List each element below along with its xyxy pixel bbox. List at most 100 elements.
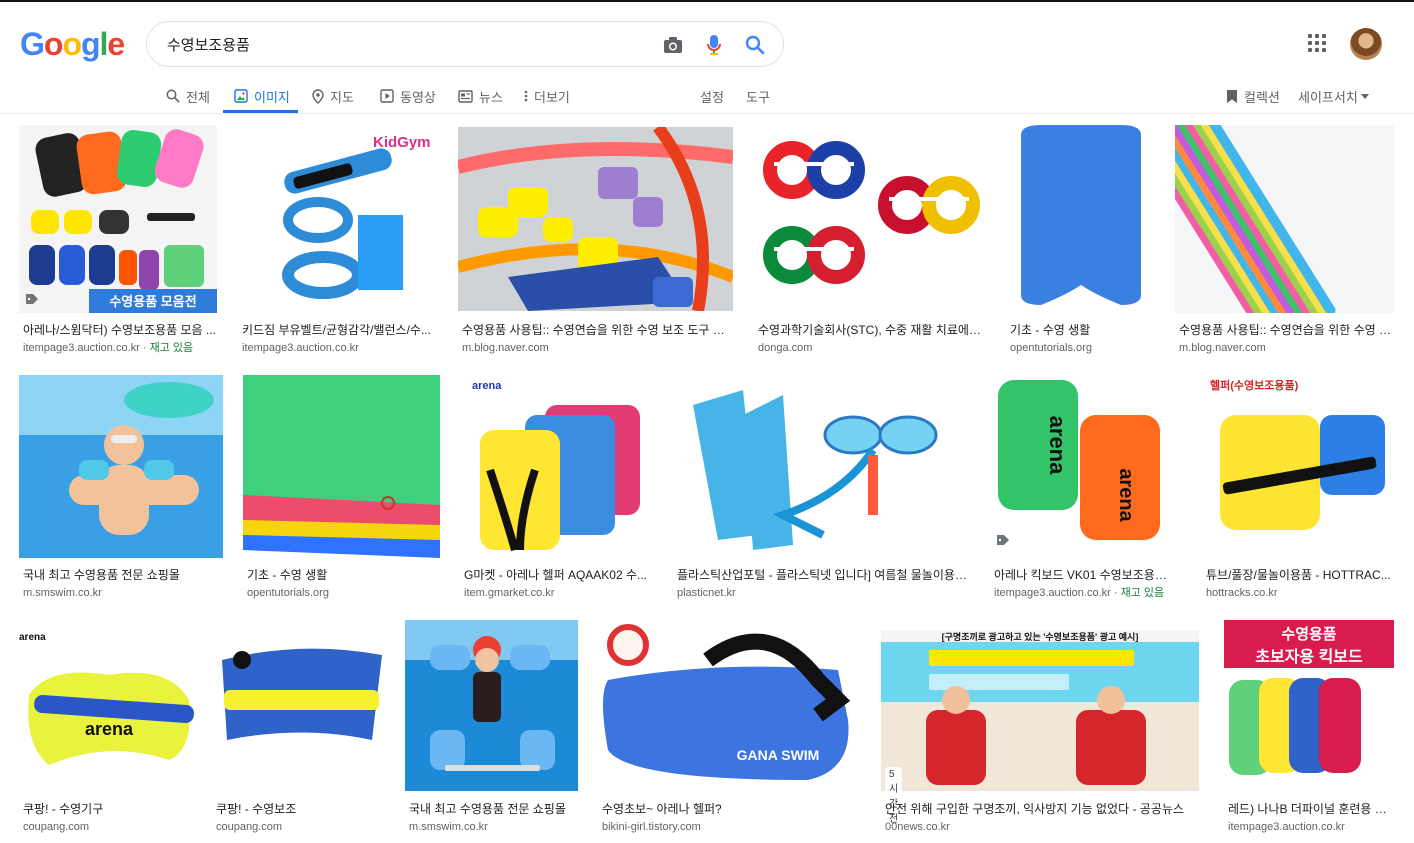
result-caption[interactable]: 국내 최고 수영용품 전문 쇼핑몰 bbox=[23, 567, 223, 583]
result-caption[interactable]: 레드) 나나B 더파이널 훈련용 킥... bbox=[1228, 801, 1394, 817]
result-domain: bikini-girl.tistory.com bbox=[602, 821, 701, 833]
result-thumbnail[interactable]: arena bbox=[460, 375, 653, 558]
bookmark-icon bbox=[1227, 89, 1237, 103]
result-thumbnail[interactable] bbox=[243, 375, 440, 558]
result-caption[interactable]: 쿠팡! - 수영보조 bbox=[216, 801, 385, 817]
thumbnail-image: 수영용품 모음전 bbox=[19, 125, 217, 313]
result-thumbnail[interactable] bbox=[19, 375, 223, 558]
result-domain: opentutorials.org bbox=[247, 587, 329, 599]
result-domain: opentutorials.org bbox=[1010, 342, 1092, 354]
search-input[interactable] bbox=[167, 32, 647, 56]
result-caption[interactable]: 플라스틱산업포털 - 플라스틱넷 입니다] 여름철 물놀이용품... bbox=[677, 567, 970, 583]
collections-link[interactable]: 컬렉션 bbox=[1226, 82, 1280, 110]
result-caption[interactable]: G마켓 - 아레나 헬퍼 AQAAK02 수... bbox=[464, 567, 653, 583]
result-domain: coupang.com bbox=[23, 821, 90, 833]
time-badge: 5시간 전 bbox=[885, 767, 903, 827]
result-thumbnail[interactable]: KidGym bbox=[238, 125, 436, 313]
settings-label: 설정 bbox=[700, 89, 724, 105]
result-thumbnail[interactable] bbox=[1006, 125, 1155, 313]
tab-label: 이미지 bbox=[254, 89, 290, 105]
result-caption[interactable]: 수영용품 사용팁:: 수영연습을 위한 수영 보조 도구 사... bbox=[462, 322, 733, 338]
result-thumbnail[interactable] bbox=[754, 125, 984, 313]
result-caption[interactable]: 수영초보~ 아레나 헬퍼? bbox=[602, 801, 863, 817]
more-vert-icon bbox=[524, 90, 528, 102]
tab-maps[interactable]: 지도 bbox=[312, 82, 354, 110]
thumbnail-image bbox=[405, 620, 578, 791]
result-domain: itempage3.auction.co.kr bbox=[1228, 821, 1345, 833]
search-icon[interactable] bbox=[743, 33, 767, 57]
result-thumbnail[interactable]: arena arena bbox=[990, 375, 1175, 554]
shopping-tag-icon bbox=[997, 535, 1009, 545]
news-icon bbox=[458, 89, 473, 103]
tab-news[interactable]: 뉴스 bbox=[458, 82, 503, 110]
logo-letter: l bbox=[99, 26, 109, 62]
result-thumbnail[interactable]: arena arena bbox=[19, 620, 197, 791]
result-thumbnail[interactable]: [구명조끼로 광고하고 있는 '수영보조용품' 광고 예시] bbox=[881, 630, 1199, 791]
result-thumbnail[interactable]: GANA SWIM bbox=[598, 620, 863, 791]
result-domain: m.blog.naver.com bbox=[1179, 342, 1266, 354]
search-icon bbox=[166, 89, 180, 103]
svg-text:KidGym: KidGym bbox=[373, 134, 431, 151]
result-caption[interactable]: 기초 - 수영 생활 bbox=[1010, 322, 1155, 338]
logo-letter: e bbox=[107, 26, 125, 62]
svg-text:arena: arena bbox=[1115, 468, 1137, 522]
tab-more[interactable]: 더보기 bbox=[524, 82, 570, 110]
result-caption[interactable]: 국내 최고 수영용품 전문 쇼핑몰 bbox=[409, 801, 578, 817]
result-thumbnail[interactable] bbox=[673, 375, 970, 554]
pin-icon bbox=[312, 88, 324, 104]
safesearch-dropdown[interactable]: 세이프서치 bbox=[1298, 82, 1369, 110]
thumbnail-image: arena bbox=[460, 375, 653, 558]
camera-icon[interactable] bbox=[661, 33, 685, 57]
thumbnail-image bbox=[754, 125, 984, 313]
result-source: coupang.com bbox=[216, 820, 282, 834]
thumbnail-image bbox=[1175, 125, 1394, 313]
result-thumbnail[interactable] bbox=[1175, 125, 1394, 313]
result-source: itempage3.auction.co.kr · 재고 있음 bbox=[23, 341, 193, 355]
avatar[interactable] bbox=[1350, 28, 1382, 60]
result-domain: itempage3.auction.co.kr bbox=[994, 587, 1111, 599]
result-thumbnail[interactable]: 수영용품 모음전 bbox=[19, 125, 217, 313]
thumbnail-image: [구명조끼로 광고하고 있는 '수영보조용품' 광고 예시] bbox=[881, 630, 1199, 791]
collections-label: 컬렉션 bbox=[1244, 89, 1280, 105]
tab-label: 더보기 bbox=[534, 89, 570, 105]
result-thumbnail[interactable]: 수영용품 초보자용 킥보드 bbox=[1224, 620, 1394, 791]
result-source: m.smswim.co.kr bbox=[409, 820, 488, 834]
tab-videos[interactable]: 동영상 bbox=[380, 82, 436, 110]
result-domain: hottracks.co.kr bbox=[1206, 587, 1278, 599]
svg-text:arena: arena bbox=[19, 632, 46, 643]
svg-text:arena: arena bbox=[472, 380, 502, 392]
google-logo[interactable]: Google bbox=[20, 26, 125, 62]
result-caption[interactable]: 아레나 킥보드 VK01 수영보조용품 ... bbox=[994, 567, 1175, 583]
thumbnail-image: 수영용품초보자용 킥보드 bbox=[1224, 620, 1394, 791]
mic-icon[interactable] bbox=[702, 33, 726, 57]
logo-letter: o bbox=[62, 26, 82, 62]
result-source: itempage3.auction.co.kr bbox=[242, 341, 359, 355]
result-caption[interactable]: 튜브/풀장/물놀이용품 - HOTTRAC... bbox=[1206, 567, 1395, 583]
settings-link[interactable]: 설정 bbox=[700, 82, 724, 110]
play-icon bbox=[380, 89, 394, 103]
result-caption[interactable]: 아레나/스윔닥터) 수영보조용품 모음 ... bbox=[23, 322, 217, 338]
result-caption[interactable]: 쿠팡! - 수영기구 bbox=[23, 801, 197, 817]
svg-text:수영용품: 수영용품 bbox=[1281, 625, 1336, 643]
result-caption[interactable]: 수영용품 사용팁:: 수영연습을 위한 수영 보... bbox=[1179, 322, 1394, 338]
tab-all[interactable]: 전체 bbox=[166, 82, 210, 110]
result-caption[interactable]: 키드짐 부유벨트/균형감각/밸런스/수... bbox=[242, 322, 436, 338]
thumbnail-image: arena arena bbox=[990, 375, 1175, 554]
apps-grid-icon[interactable] bbox=[1308, 34, 1328, 54]
result-source: m.blog.naver.com bbox=[1179, 341, 1266, 355]
tab-images[interactable]: 이미지 bbox=[234, 82, 290, 110]
result-domain: donga.com bbox=[758, 342, 813, 354]
tools-link[interactable]: 도구 bbox=[746, 82, 770, 110]
result-thumbnail[interactable]: 헬퍼(수영보조용품) bbox=[1202, 375, 1395, 554]
result-thumbnail[interactable] bbox=[458, 127, 733, 311]
thumbnail-image bbox=[19, 375, 223, 558]
result-thumbnail[interactable] bbox=[212, 620, 385, 791]
result-caption[interactable]: 기초 - 수영 생활 bbox=[247, 567, 440, 583]
result-source: m.smswim.co.kr bbox=[23, 586, 102, 600]
result-caption[interactable]: 안전 위해 구입한 구명조끼, 익사방지 기능 없었다 - 공공뉴스 bbox=[885, 801, 1215, 817]
result-thumbnail[interactable] bbox=[405, 620, 578, 791]
result-domain: plasticnet.kr bbox=[677, 587, 736, 599]
tab-label: 뉴스 bbox=[479, 89, 503, 105]
result-caption[interactable]: 수영과학기술회사(STC), 수중 재활 치료에 탁... bbox=[758, 322, 984, 338]
in-stock-label: 재고 있음 bbox=[1120, 587, 1165, 599]
